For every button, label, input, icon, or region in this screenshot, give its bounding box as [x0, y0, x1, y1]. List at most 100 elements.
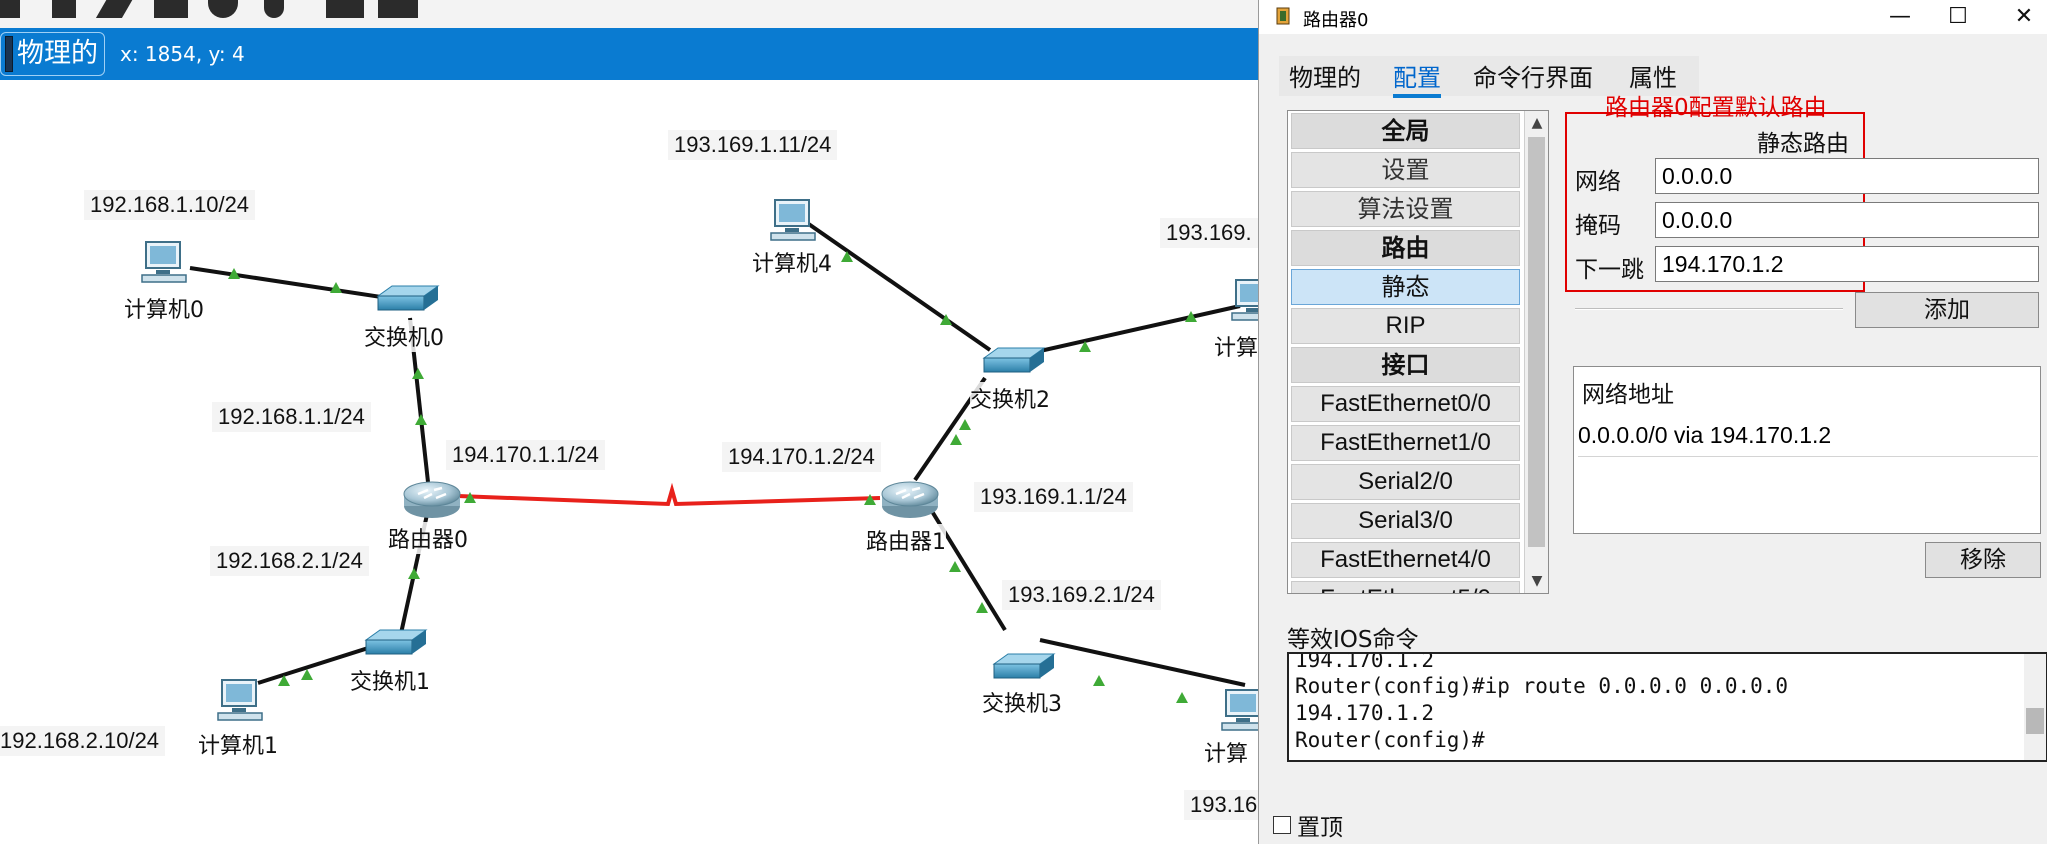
switch2-label: 交换机2 [970, 382, 1050, 414]
switch3-label: 交换机3 [982, 686, 1062, 718]
ip-label-pc-right-bottom: 193.16 [1184, 790, 1264, 820]
tab-physical[interactable]: 物理的 [1289, 58, 1361, 93]
ip-label-pc1: 192.168.2.10/24 [0, 726, 166, 756]
network-input[interactable] [1655, 158, 2039, 194]
router1-icon [880, 480, 940, 520]
router0-icon [402, 480, 462, 520]
console-line: Router(config)#ip route 0.0.0.0 0.0.0.0 [1295, 674, 1789, 698]
rectangle-tool-icon[interactable] [154, 0, 188, 18]
console-line: 194.170.1.2 [1295, 701, 1435, 725]
remove-button[interactable]: 移除 [1925, 542, 2041, 578]
ios-commands-label: 等效IOS命令 [1287, 627, 1419, 653]
nav-scrollbar[interactable]: ▲ ▼ [1524, 111, 1548, 593]
next-hop-input[interactable] [1655, 246, 2039, 282]
close-button[interactable]: ✕ [2011, 4, 2037, 30]
nav-rip[interactable]: RIP [1291, 308, 1520, 344]
note-tool-icon[interactable] [52, 0, 76, 18]
zoom-out-icon[interactable] [378, 0, 418, 18]
pc-right-bottom-label: 计算 [1204, 736, 1249, 768]
nav-settings[interactable]: 设置 [1291, 152, 1520, 188]
zoom-in-icon[interactable] [326, 0, 364, 18]
ip-label-pc4: 193.169.1.11/24 [668, 130, 838, 160]
tab-config-label: 配置 [1393, 64, 1441, 92]
pc0-label: 计算机0 [124, 292, 204, 324]
console-line: Router(config)# [1295, 728, 1485, 752]
toolbar [0, 0, 1262, 28]
scroll-up-icon[interactable]: ▲ [1525, 111, 1548, 135]
freeform-tool-icon[interactable] [264, 0, 284, 18]
config-nav-list: 全局 设置 算法设置 路由 静态 RIP 接口 FastEthernet0/0 … [1287, 110, 1549, 594]
app-root: 物理的 x: 1854, y: 4 192.168.1.10/24 192.16… [0, 0, 2047, 844]
switch1-label: 交换机1 [350, 664, 430, 696]
ip-label-r1-serial: 194.170.1.2/24 [722, 442, 881, 472]
minimize-button[interactable]: — [1887, 4, 1913, 30]
router-config-dialog: 路由器0 — ☐ ✕ 物理的 配置 命令行界面 属性 路由器0配置默认路由 全局… [1258, 0, 2047, 844]
physical-mode-label: 物理的 [17, 38, 98, 69]
nav-global[interactable]: 全局 [1291, 113, 1520, 149]
nav-serial3-0[interactable]: Serial3/0 [1291, 503, 1520, 539]
scroll-down-icon[interactable]: ▼ [1525, 569, 1548, 593]
packet-tracer-app-icon [1276, 7, 1290, 25]
ip-label-r0-serial: 194.170.1.1/24 [446, 440, 605, 470]
network-links [189, 216, 1246, 687]
always-on-top-checkbox[interactable]: 置顶 [1273, 808, 1343, 842]
tab-config[interactable]: 配置 [1393, 58, 1441, 98]
network-address-header: 网络地址 [1582, 382, 1674, 408]
mode-bar: 物理的 x: 1854, y: 4 [0, 28, 1262, 80]
topology-canvas[interactable]: 192.168.1.10/24 192.168.2.10/24 193.169.… [0, 80, 1264, 844]
router0-label: 路由器0 [388, 522, 468, 554]
ip-label-r0-g1: 192.168.1.1/24 [212, 402, 371, 432]
network-label: 网络 [1575, 169, 1621, 195]
nav-fastethernet5-0[interactable]: FastEthernet5/0 [1291, 581, 1520, 593]
nav-routing[interactable]: 路由 [1291, 230, 1520, 266]
nav-interface[interactable]: 接口 [1291, 347, 1520, 383]
physical-workspace-icon [5, 36, 13, 72]
pc0-icon [141, 241, 187, 283]
dialog-title: 路由器0 [1303, 10, 1369, 31]
maximize-button[interactable]: ☐ [1945, 4, 1971, 30]
pc-right-bottom-icon [1221, 689, 1262, 731]
pc1-icon [217, 679, 263, 721]
switch0-icon [377, 285, 439, 311]
add-button[interactable]: 添加 [1855, 292, 2039, 328]
switch0-label: 交换机0 [364, 320, 444, 352]
switch2-icon [983, 347, 1045, 373]
physical-mode-tab[interactable]: 物理的 [0, 32, 105, 76]
serial-link [457, 482, 881, 507]
ip-label-pc-right-top: 193.169. [1160, 218, 1258, 248]
ip-label-r1-g1: 193.169.1.1/24 [974, 482, 1133, 512]
always-on-top-label: 置顶 [1297, 815, 1343, 841]
next-hop-label: 下一跳 [1575, 257, 1644, 283]
ip-label-r0-g2: 192.168.2.1/24 [210, 546, 369, 576]
pc4-label: 计算机4 [752, 246, 832, 278]
pc1-label: 计算机1 [198, 728, 278, 760]
pc4-icon [770, 199, 816, 241]
draw-line-icon[interactable] [95, 0, 139, 18]
console-line: 194.170.1.2 [1295, 652, 1435, 672]
console-scroll-thumb[interactable] [2026, 708, 2044, 734]
mask-input[interactable] [1655, 202, 2039, 238]
ellipse-tool-icon[interactable] [208, 0, 238, 18]
ios-command-console[interactable]: 194.170.1.2 Router(config)#ip route 0.0.… [1287, 652, 2047, 762]
ip-label-r1-g2: 193.169.2.1/24 [1002, 580, 1161, 610]
separator [1575, 308, 1843, 310]
nav-static[interactable]: 静态 [1291, 269, 1520, 305]
console-scrollbar[interactable] [2024, 654, 2046, 760]
cursor-coordinates: x: 1854, y: 4 [120, 42, 245, 66]
nav-algorithm-settings[interactable]: 算法设置 [1291, 191, 1520, 227]
nav-fastethernet1-0[interactable]: FastEthernet1/0 [1291, 425, 1520, 461]
router1-label: 路由器1 [866, 524, 946, 556]
mask-label: 掩码 [1575, 213, 1621, 239]
nav-scroll-thumb[interactable] [1528, 137, 1545, 547]
nav-serial2-0[interactable]: Serial2/0 [1291, 464, 1520, 500]
static-route-title: 静态路由 [1757, 131, 1849, 157]
list-item[interactable]: 0.0.0.0/0 via 194.170.1.2 [1578, 415, 2038, 457]
select-tool-icon[interactable] [0, 0, 20, 18]
nav-fastethernet4-0[interactable]: FastEthernet4/0 [1291, 542, 1520, 578]
tab-cli[interactable]: 命令行界面 [1473, 58, 1593, 93]
nav-fastethernet0-0[interactable]: FastEthernet0/0 [1291, 386, 1520, 422]
checkbox-icon[interactable] [1273, 816, 1291, 834]
switch1-icon [365, 629, 427, 655]
dialog-titlebar[interactable]: 路由器0 — ☐ ✕ [1259, 0, 2047, 34]
network-address-list[interactable]: 网络地址 0.0.0.0/0 via 194.170.1.2 [1573, 366, 2041, 534]
